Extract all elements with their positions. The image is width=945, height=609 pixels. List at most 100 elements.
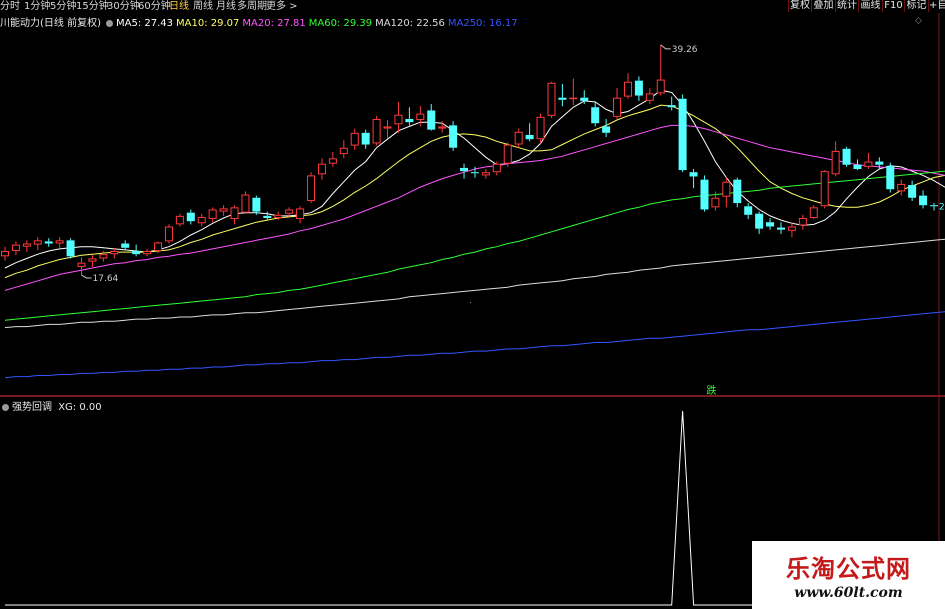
watermark-title: 乐淘公式网 xyxy=(786,555,911,583)
candle-body-up xyxy=(88,258,97,262)
candle[interactable] xyxy=(536,113,545,144)
expand-diamond-icon[interactable]: ◇ xyxy=(915,16,922,26)
toolbar-button-0[interactable]: 复权 xyxy=(788,0,812,12)
candle[interactable] xyxy=(394,101,403,133)
period-tab-8[interactable]: 月线 xyxy=(216,0,236,13)
candle[interactable] xyxy=(744,203,753,220)
candle[interactable] xyxy=(809,205,818,220)
candle[interactable] xyxy=(481,169,490,179)
candle[interactable] xyxy=(634,76,643,101)
candle[interactable] xyxy=(820,170,829,209)
candle[interactable] xyxy=(55,237,64,248)
candle[interactable] xyxy=(383,120,392,139)
period-tab-1[interactable]: 1分钟 xyxy=(24,0,50,13)
period-tab-6[interactable]: 日线 xyxy=(169,0,189,13)
candle[interactable] xyxy=(350,128,359,150)
candle[interactable] xyxy=(602,118,611,138)
candle[interactable] xyxy=(11,241,20,256)
candle[interactable] xyxy=(787,222,796,238)
candlestick-chart[interactable]: 39.26 17.64 跌 2 ◇ xyxy=(0,13,945,395)
candle[interactable] xyxy=(558,83,567,107)
candle[interactable] xyxy=(623,73,632,99)
candle[interactable] xyxy=(230,205,239,225)
candle[interactable] xyxy=(372,115,381,146)
period-tab-5[interactable]: 60分钟 xyxy=(138,0,171,13)
candle[interactable] xyxy=(339,140,348,159)
candle-body-down xyxy=(427,110,436,130)
candle[interactable] xyxy=(460,163,469,179)
candle[interactable] xyxy=(208,207,217,223)
candle[interactable] xyxy=(776,222,785,234)
candle[interactable] xyxy=(853,159,862,171)
period-tab-4[interactable]: 30分钟 xyxy=(107,0,140,13)
candle-body-down xyxy=(733,179,742,204)
candle[interactable] xyxy=(700,175,709,212)
candle[interactable] xyxy=(569,78,578,106)
candle[interactable] xyxy=(307,172,316,204)
candle[interactable] xyxy=(241,191,250,214)
candle[interactable] xyxy=(317,158,326,180)
toolbar-button-2[interactable]: 统计 xyxy=(835,0,859,12)
candle[interactable] xyxy=(88,255,97,267)
period-tab-3[interactable]: 15分钟 xyxy=(76,0,109,13)
candle[interactable] xyxy=(656,44,665,96)
candle[interactable] xyxy=(678,94,687,173)
candle[interactable] xyxy=(613,88,622,119)
candle[interactable] xyxy=(219,205,228,216)
candle[interactable] xyxy=(405,107,414,126)
candle[interactable] xyxy=(798,214,807,230)
candle[interactable] xyxy=(667,96,676,111)
candle[interactable] xyxy=(1,246,9,261)
candle[interactable] xyxy=(766,217,775,230)
candle[interactable] xyxy=(164,224,173,244)
candle[interactable] xyxy=(547,81,556,118)
candle[interactable] xyxy=(722,177,731,208)
candle[interactable] xyxy=(175,213,184,227)
candle[interactable] xyxy=(328,151,337,167)
candle[interactable] xyxy=(864,153,873,170)
candle[interactable] xyxy=(908,180,917,201)
candle[interactable] xyxy=(449,121,458,151)
candle[interactable] xyxy=(427,104,436,131)
toolbar-button-5[interactable]: 标记 xyxy=(904,0,929,12)
period-tab-10[interactable]: 更多 > xyxy=(266,0,298,13)
candle-body-down xyxy=(263,215,272,218)
toolbar-button-6[interactable]: +自 xyxy=(928,0,945,12)
period-tab-9[interactable]: 多周期 xyxy=(237,0,267,13)
candle[interactable] xyxy=(897,179,906,196)
candle[interactable] xyxy=(733,177,742,208)
candle[interactable] xyxy=(919,190,928,209)
toolbar-button-1[interactable]: 叠加 xyxy=(811,0,836,12)
candle[interactable] xyxy=(33,237,42,250)
candle[interactable] xyxy=(689,169,698,189)
candle[interactable] xyxy=(197,213,206,227)
toolbar-button-3[interactable]: 画线 xyxy=(858,0,883,12)
candle[interactable] xyxy=(44,238,53,247)
candle[interactable] xyxy=(66,238,75,259)
main-chart-pane[interactable]: 川能动力(日线 前复权) MA5: 27.43 MA10: 29.07 MA20: 2… xyxy=(0,13,945,395)
candle[interactable] xyxy=(525,123,534,142)
period-tab-0[interactable]: 分时 xyxy=(0,0,20,13)
candle[interactable] xyxy=(886,162,895,193)
candle[interactable] xyxy=(503,142,512,167)
candle[interactable] xyxy=(645,88,654,105)
candle[interactable] xyxy=(842,146,851,167)
candle[interactable] xyxy=(252,195,261,215)
candle[interactable] xyxy=(514,128,523,148)
candle[interactable] xyxy=(263,211,272,221)
period-tab-2[interactable]: 5分钟 xyxy=(50,0,76,13)
candle[interactable] xyxy=(22,240,31,253)
toolbar-button-4[interactable]: F10 xyxy=(882,0,905,12)
candle[interactable] xyxy=(77,257,86,276)
period-tab-7[interactable]: 周线 xyxy=(193,0,213,13)
candle[interactable] xyxy=(361,129,370,149)
candle-body-down xyxy=(886,165,895,190)
candle[interactable] xyxy=(930,203,938,211)
candle[interactable] xyxy=(591,101,600,127)
candle[interactable] xyxy=(186,209,195,225)
candle[interactable] xyxy=(121,240,130,250)
candle[interactable] xyxy=(755,211,764,234)
candle[interactable] xyxy=(831,141,840,177)
candle[interactable] xyxy=(296,206,305,224)
candle[interactable] xyxy=(143,248,152,257)
